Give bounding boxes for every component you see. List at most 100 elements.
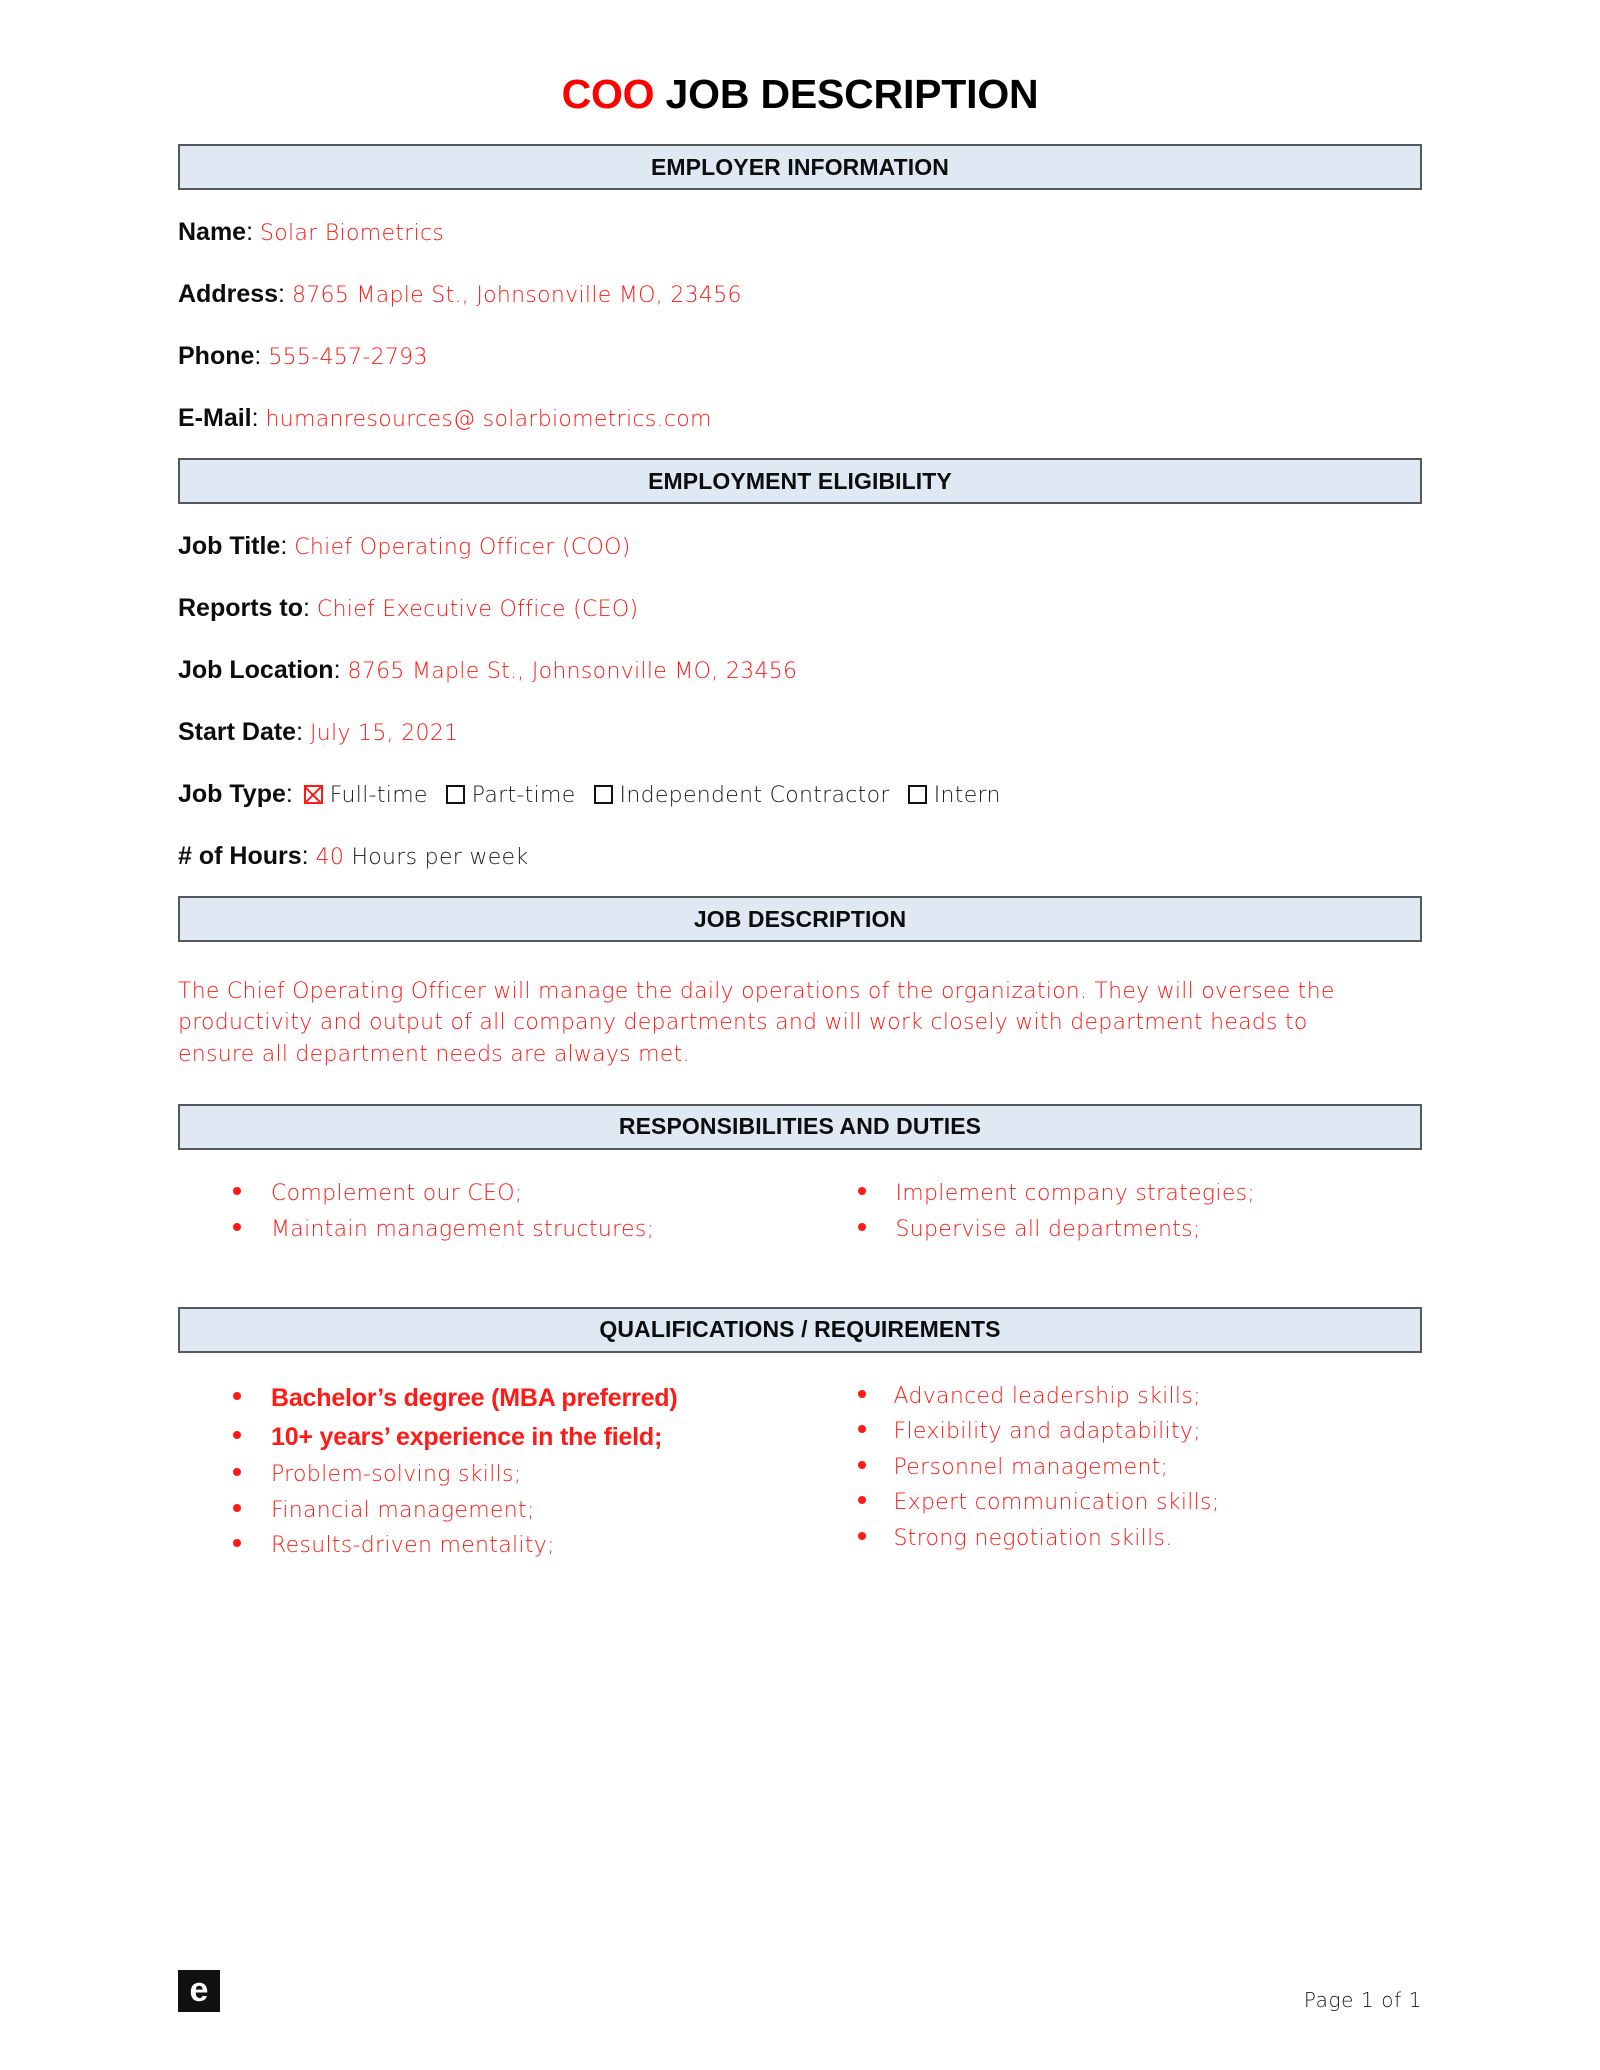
list-item: Financial management; — [233, 1497, 828, 1525]
list-item-label: Problem-solving skills; — [271, 1462, 522, 1488]
qualifications-column-right: Advanced leadership skills; Flexibility … — [828, 1383, 1423, 1568]
field-value: Chief Executive Office (CEO) — [316, 597, 639, 623]
field-value: 8765 Maple St., Johnsonville MO, 23456 — [291, 283, 742, 309]
field-email: E-Mail: humanresources@ solarbiometrics.… — [178, 406, 1422, 431]
checkbox-intern[interactable] — [907, 785, 927, 805]
section-header-qualifications: QUALIFICATIONS / REQUIREMENTS — [178, 1306, 1422, 1353]
field-label: Name — [178, 218, 247, 247]
field-label: # of Hours — [178, 842, 302, 871]
field-label: E-Mail — [178, 404, 252, 433]
section-header-responsibilities: RESPONSIBILITIES AND DUTIES — [178, 1103, 1422, 1150]
list-item-label: Results-driven mentality; — [271, 1533, 555, 1559]
page-title: COO JOB DESCRIPTION — [178, 0, 1422, 117]
checkbox-independent-contractor[interactable] — [593, 785, 613, 805]
field-address: Address: 8765 Maple St., Johnsonville MO… — [178, 282, 1422, 307]
list-item: Supervise all departments; — [857, 1216, 1423, 1244]
employment-eligibility-fields: Job Title: Chief Operating Officer (COO)… — [178, 534, 1422, 869]
responsibilities-column-right: Implement company strategies; Supervise … — [828, 1180, 1423, 1253]
field-colon: : — [251, 404, 266, 433]
checkbox-label-intern: Intern — [933, 783, 1001, 809]
list-item-label: Advanced leadership skills; — [893, 1383, 1201, 1409]
checkbox-label-independent-contractor: Independent Contractor — [619, 783, 890, 809]
list-item-label: Maintain management structures; — [271, 1217, 655, 1243]
bullet-icon — [857, 1186, 866, 1195]
eforms-logo-icon: e — [178, 1970, 220, 2012]
field-colon: : — [301, 842, 316, 871]
field-value: humanresources@ solarbiometrics.com — [265, 407, 712, 433]
field-name: Name: Solar Biometrics — [178, 220, 1422, 245]
section-header-employment-eligibility: EMPLOYMENT ELIGIBILITY — [178, 458, 1422, 505]
employer-information-fields: Name: Solar Biometrics Address: 8765 Map… — [178, 220, 1422, 431]
section-header-label: RESPONSIBILITIES AND DUTIES — [618, 1113, 982, 1140]
field-label: Job Type — [178, 780, 286, 809]
field-colon: : — [303, 594, 317, 623]
field-colon: : — [296, 718, 310, 747]
document-page: COO JOB DESCRIPTION EMPLOYER INFORMATION… — [0, 0, 1600, 2070]
field-job-location: Job Location: 8765 Maple St., Johnsonvil… — [178, 658, 1422, 683]
list-item: Implement company strategies; — [857, 1180, 1423, 1208]
bullet-icon — [233, 1503, 241, 1512]
list-item: Strong negotiation skills. — [857, 1525, 1423, 1553]
bullet-icon — [233, 1431, 241, 1440]
page-title-accent: COO — [561, 71, 655, 117]
field-colon: : — [285, 780, 300, 809]
section-header-label: JOB DESCRIPTION — [693, 905, 907, 932]
field-label: Job Location — [178, 656, 334, 685]
page-number: Page 1 of 1 — [1303, 1988, 1422, 2012]
checkbox-full-time[interactable] — [303, 785, 323, 805]
list-item-label: Bachelor’s degree (MBA preferred) — [271, 1383, 678, 1412]
field-phone: Phone: 555-457-2793 — [178, 344, 1422, 369]
field-value: 8765 Maple St., Johnsonville MO, 23456 — [347, 659, 798, 685]
job-description-body: The Chief Operating Officer will manage … — [178, 979, 1335, 1067]
responsibilities-columns: Complement our CEO; Maintain management … — [178, 1180, 1422, 1253]
page-footer: e Page 1 of 1 — [178, 1970, 1422, 2012]
list-item-label: Personnel management; — [893, 1454, 1169, 1480]
field-colon: : — [278, 280, 292, 309]
field-value: Solar Biometrics — [260, 221, 445, 247]
field-value: Chief Operating Officer (COO) — [294, 535, 631, 561]
checkbox-part-time[interactable] — [445, 785, 465, 805]
field-job-title: Job Title: Chief Operating Officer (COO) — [178, 534, 1422, 559]
field-label: Address — [178, 280, 279, 309]
field-label: Start Date — [178, 718, 297, 747]
field-colon: : — [254, 342, 269, 371]
list-item: Personnel management; — [857, 1454, 1423, 1482]
bullet-icon — [233, 1223, 241, 1232]
bullet-icon — [233, 1539, 241, 1548]
list-item: Problem-solving skills; — [233, 1461, 828, 1489]
list-item-label: Supervise all departments; — [895, 1217, 1201, 1243]
field-label: Phone — [178, 342, 255, 371]
section-header-label: EMPLOYER INFORMATION — [650, 153, 949, 180]
list-item: Results-driven mentality; — [233, 1532, 828, 1560]
list-item-label: Flexibility and adaptability; — [893, 1419, 1201, 1445]
list-item: Advanced leadership skills; — [857, 1383, 1423, 1411]
field-label: Job Title — [178, 532, 281, 561]
field-value-hours: 40 — [315, 845, 345, 871]
field-reports-to: Reports to: Chief Executive Office (CEO) — [178, 596, 1422, 621]
bullet-icon — [233, 1186, 241, 1195]
bullet-icon — [857, 1223, 866, 1232]
field-job-type: Job Type: Full-time Part-time Independent … — [178, 782, 1422, 807]
field-number-of-hours: # of Hours: 40 Hours per week — [178, 844, 1422, 869]
bullet-icon — [857, 1460, 866, 1469]
section-header-label: EMPLOYMENT ELIGIBILITY — [648, 467, 952, 494]
field-colon: : — [333, 656, 348, 685]
bullet-icon — [233, 1391, 241, 1400]
job-type-options: Full-time Part-time Independent Contractor… — [300, 781, 1015, 808]
list-item: Flexibility and adaptability; — [857, 1418, 1423, 1446]
list-item-label: Strong negotiation skills. — [893, 1525, 1173, 1551]
bullet-icon — [857, 1531, 866, 1540]
section-header-job-description: JOB DESCRIPTION — [178, 896, 1422, 943]
field-colon: : — [246, 218, 260, 247]
list-item-label: Complement our CEO; — [271, 1180, 523, 1206]
field-label: Reports to — [178, 594, 303, 623]
field-colon: : — [280, 532, 295, 561]
list-item-label: Implement company strategies; — [895, 1180, 1256, 1206]
list-item-label: 10+ years’ experience in the field; — [271, 1423, 663, 1452]
list-item: Bachelor’s degree (MBA preferred) — [233, 1383, 828, 1414]
field-value: 555-457-2793 — [268, 345, 428, 371]
field-hours-suffix-text: Hours per week — [351, 845, 529, 871]
field-value: July 15, 2021 — [310, 721, 459, 747]
responsibilities-column-left: Complement our CEO; Maintain management … — [233, 1180, 828, 1253]
